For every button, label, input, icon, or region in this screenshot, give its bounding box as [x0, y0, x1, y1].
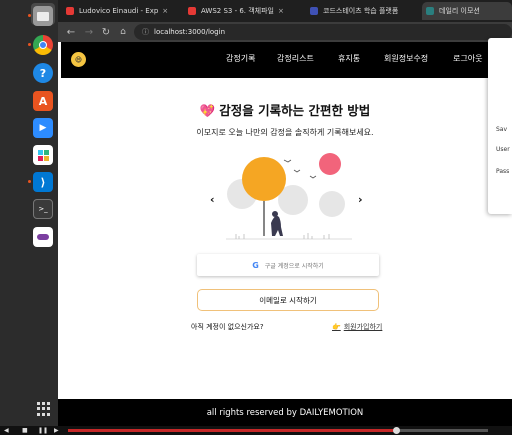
stop-icon[interactable]: ■ — [22, 426, 28, 435]
tab-title: 코드스테이츠 학습 플랫폼 — [323, 7, 399, 15]
youtube-icon — [66, 7, 74, 15]
browser-tab-bar: Ludovico Einaudi - Exp × AWS2 S3 - 6. 객체… — [58, 0, 512, 22]
logo-face: 😄 — [74, 55, 83, 64]
heart-icon: 💖 — [199, 103, 216, 118]
youtube-icon — [188, 7, 196, 15]
daily-emotion-favicon-icon — [426, 7, 434, 15]
skip-back-icon[interactable]: ◀ — [4, 426, 9, 435]
codestates-icon — [310, 7, 318, 15]
pause-icon[interactable]: ❚❚ — [38, 426, 48, 435]
nav-link-logout[interactable]: 로그아웃 — [453, 53, 482, 64]
illustration-person-head — [272, 211, 278, 217]
close-icon[interactable]: × — [278, 7, 284, 15]
zoom-icon[interactable]: ▶ — [33, 118, 53, 138]
google-login-button[interactable]: G 구글 계정으로 시작하기 — [197, 254, 379, 276]
google-login-label: 구글 계정으로 시작하기 — [264, 262, 324, 270]
illustration-bird — [293, 169, 301, 173]
illustration-orange-balloon — [242, 157, 286, 201]
tab-title: Ludovico Einaudi - Exp — [79, 7, 159, 15]
software-center-icon[interactable]: A — [33, 91, 53, 111]
dock-running-dot — [28, 14, 31, 17]
media-progress-fill — [68, 429, 396, 432]
browser-toolbar: ← → ↻ ⌂ ⓘ localhost:3000/login — [58, 22, 512, 42]
settings-toggle-icon[interactable] — [33, 227, 53, 247]
popup-title: Sav — [496, 126, 508, 133]
illustration-person — [271, 215, 283, 236]
tab-youtube-einaudi[interactable]: Ludovico Einaudi - Exp × — [62, 2, 180, 20]
terminal-icon[interactable]: >_ — [33, 199, 53, 219]
close-icon[interactable]: × — [162, 7, 168, 15]
forward-arrow-icon[interactable]: → — [82, 25, 96, 39]
page-subtitle: 이모지로 오늘 나만의 감정을 솔직하게 기록해보세요. — [196, 128, 374, 137]
tab-codestates[interactable]: 코드스테이츠 학습 플랫폼 — [306, 2, 420, 20]
web-page: 😄 감정기록 감정리스트 휴지통 회원정보수정 로그아웃 💖 감정을 기록하는 간… — [58, 42, 512, 426]
dock-running-dot — [28, 180, 31, 183]
carousel-prev-icon[interactable]: ‹ — [210, 193, 215, 206]
google-icon: G — [252, 260, 259, 270]
media-progress-knob[interactable] — [392, 427, 400, 434]
smiley-logo-icon[interactable]: 😄 — [71, 52, 86, 67]
vscode-icon[interactable]: ⟩ — [33, 172, 53, 192]
home-icon[interactable]: ⌂ — [116, 25, 130, 39]
site-info-icon[interactable]: ⓘ — [142, 27, 149, 37]
nav-link-record[interactable]: 감정기록 — [226, 53, 255, 64]
url-text: localhost:3000/login — [154, 28, 226, 36]
site-navbar: 😄 감정기록 감정리스트 휴지통 회원정보수정 로그아웃 — [61, 42, 512, 78]
nav-link-profile[interactable]: 회원정보수정 — [384, 53, 428, 64]
no-account-text: 아직 계정이 없으신가요? — [191, 323, 264, 331]
ubuntu-dock: ? A ▶ ⟩ >_ — [0, 0, 58, 426]
tab-title: 데일리 이모션 — [439, 7, 480, 15]
pointing-hand-icon: 👉 — [332, 323, 341, 331]
nav-link-list[interactable]: 감정리스트 — [277, 53, 314, 64]
help-icon[interactable]: ? — [33, 63, 53, 83]
signup-link[interactable]: 👉 회원가입하기 — [332, 322, 382, 332]
page-title-text: 감정을 기록하는 간편한 방법 — [219, 103, 371, 118]
save-password-popup: Sav User Pass — [488, 38, 512, 214]
back-arrow-icon[interactable]: ← — [64, 25, 78, 39]
popup-password-label: Pass — [496, 168, 510, 175]
media-control-bar: ◀ ■ ❚❚ ▶ — [0, 426, 512, 435]
chrome-icon[interactable] — [33, 35, 53, 55]
page-title: 💖 감정을 기록하는 간편한 방법 — [58, 100, 512, 119]
play-icon[interactable]: ▶ — [54, 426, 59, 435]
files-icon[interactable] — [33, 6, 53, 26]
tab-youtube-aws[interactable]: AWS2 S3 - 6. 객체파일 × — [184, 2, 302, 20]
nav-link-trash[interactable]: 휴지통 — [338, 53, 360, 64]
tab-title: AWS2 S3 - 6. 객체파일 — [201, 7, 274, 15]
address-bar[interactable]: ⓘ localhost:3000/login — [134, 24, 512, 40]
site-footer: all rights reserved by DAILYEMOTION — [58, 399, 512, 426]
slack-icon[interactable] — [33, 145, 53, 165]
hero-illustration — [226, 153, 352, 240]
illustration-gray-balloon — [319, 191, 345, 217]
signup-link-text: 회원가입하기 — [343, 323, 383, 331]
illustration-bird — [309, 175, 317, 179]
carousel-next-icon[interactable]: › — [358, 193, 363, 206]
illustration-pink-balloon — [319, 153, 341, 175]
media-progress-bar[interactable] — [68, 427, 488, 434]
dock-running-dot — [28, 43, 31, 46]
popup-username-label: User — [496, 146, 510, 153]
reload-icon[interactable]: ↻ — [99, 25, 113, 39]
illustration-bird — [283, 159, 292, 163]
tab-daily-emotion[interactable]: 데일리 이모션 — [422, 2, 512, 20]
show-applications-icon[interactable] — [37, 402, 51, 416]
email-login-button[interactable]: 이메일로 시작하기 — [197, 289, 379, 311]
